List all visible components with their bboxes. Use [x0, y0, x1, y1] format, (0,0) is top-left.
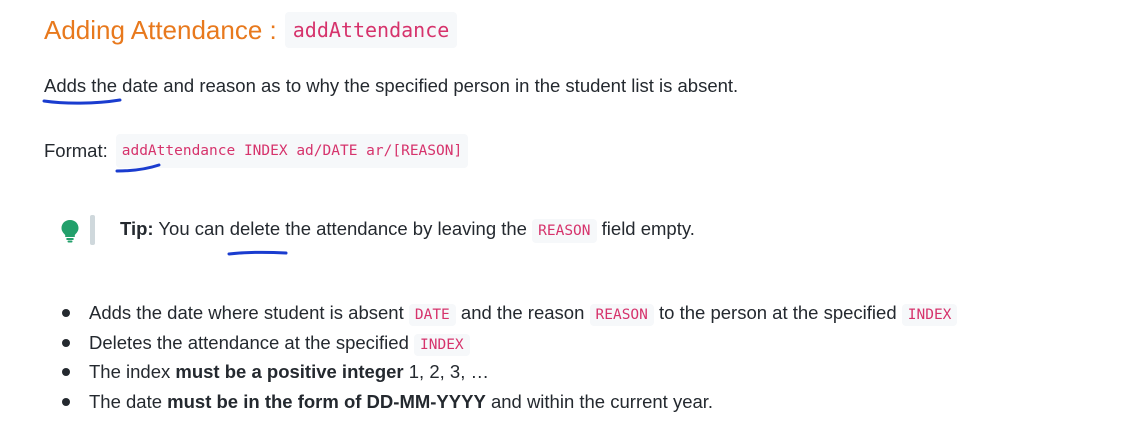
inline-code: INDEX — [901, 304, 958, 326]
list-item-text: The index — [89, 361, 171, 382]
format-line: Format: addAttendance INDEX ad/DATE ar/[… — [44, 134, 469, 168]
page: Adding Attendance : addAttendance Adds t… — [0, 0, 1132, 441]
heading-command-code: addAttendance — [284, 12, 458, 48]
list-item-text: The date — [89, 390, 163, 412]
list-item-text: Deletes the attendance at the specified — [89, 331, 409, 353]
inline-code: DATE — [408, 304, 456, 326]
tip-callout: Tip: You can delete the attendance by le… — [60, 212, 695, 246]
list-item-text: and within the current year. — [490, 390, 714, 412]
tip-divider — [90, 215, 95, 245]
list-item-text: and the reason — [460, 302, 585, 323]
list-item-bold: must be in the form of DD-MM-YYYY — [167, 390, 486, 412]
list-item: Deletes the attendance at the specified … — [58, 328, 957, 358]
format-syntax-code: addAttendance INDEX ad/DATE ar/[REASON] — [115, 134, 469, 168]
list-item: Adds the date where student is absent DA… — [58, 298, 958, 328]
section-heading: Adding Attendance : addAttendance — [44, 10, 458, 50]
list-item-text: Adds the date where student is absent — [89, 302, 404, 323]
description: Adds the date and reason as to why the s… — [44, 75, 739, 96]
list-item: The date must be in the form of DD-MM-YY… — [58, 387, 957, 417]
tip-text-before: You can delete the attendance by leaving… — [158, 218, 527, 239]
tip-label: Tip: — [120, 218, 154, 239]
inline-code: INDEX — [414, 333, 470, 356]
notes-list: Adds the date where student is absent DA… — [58, 298, 958, 417]
tip-text: Tip: You can delete the attendance by le… — [120, 218, 695, 243]
inline-code: REASON — [589, 304, 654, 326]
heading-title: Adding Attendance : — [44, 14, 277, 45]
list-item: The index must be a positive integer 1, … — [58, 357, 957, 387]
annotation-underline-delete — [227, 250, 288, 256]
list-item-text: 1, 2, 3, … — [408, 361, 489, 382]
list-item-text: to the person at the specified — [659, 302, 897, 323]
tip-text-after: field empty. — [601, 218, 695, 239]
lightbulb-icon — [60, 219, 80, 243]
list-item-bold: must be a positive integer — [175, 361, 404, 382]
format-label: Format: — [44, 140, 108, 161]
tip-reason-code: REASON — [532, 219, 597, 243]
